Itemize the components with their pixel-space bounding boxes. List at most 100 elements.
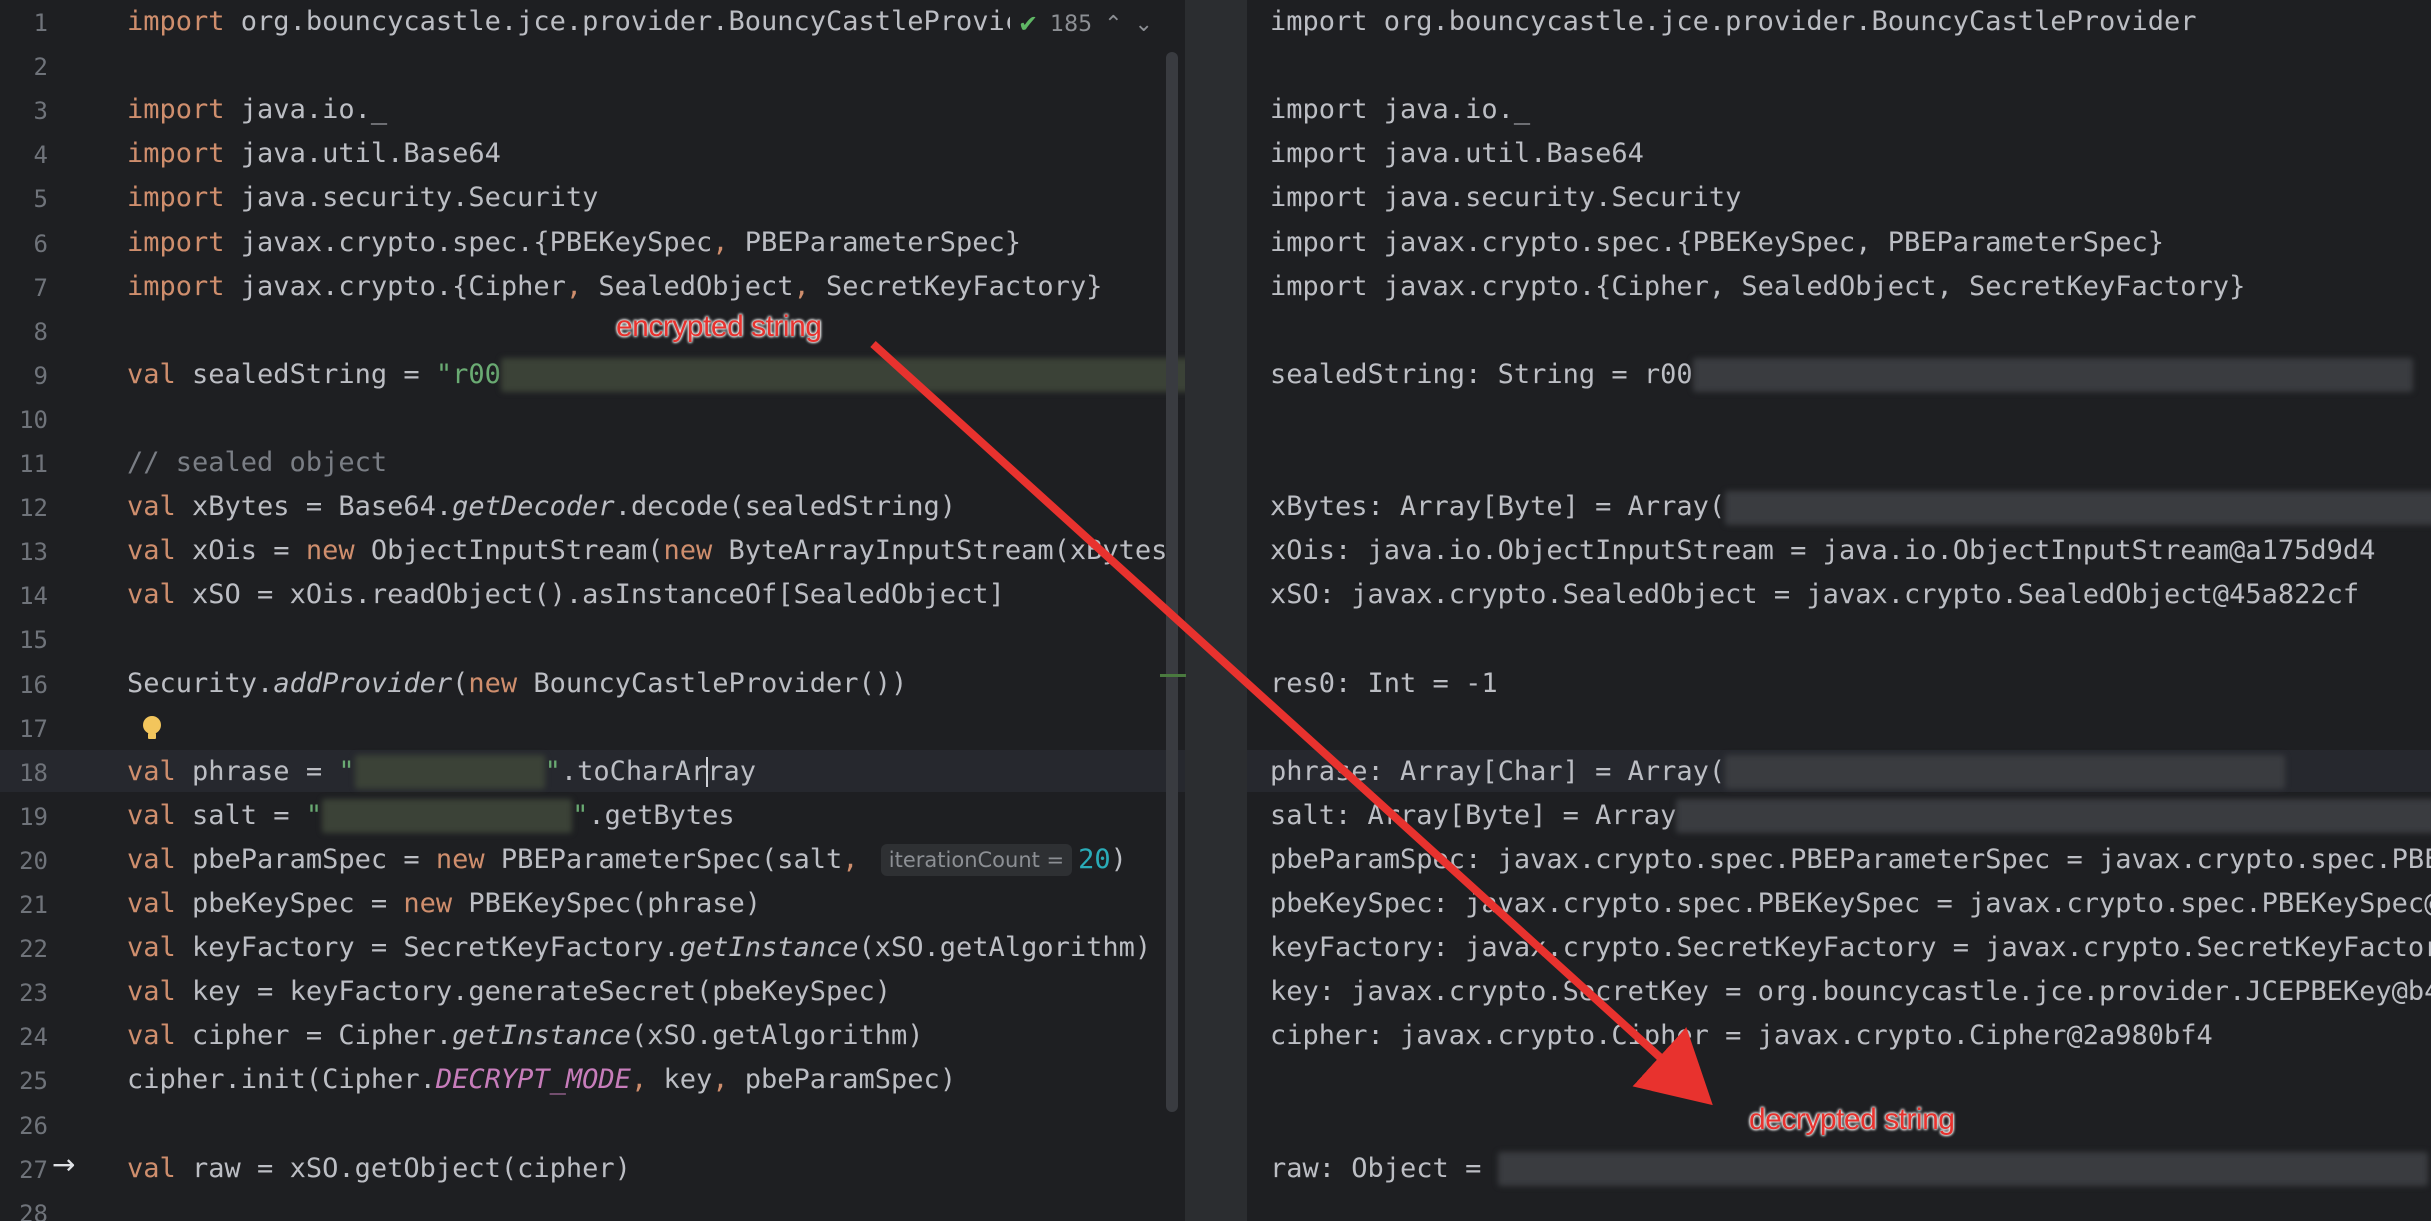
line-number: 13 bbox=[19, 538, 48, 567]
line-number: 4 bbox=[33, 141, 48, 170]
code-token: " bbox=[572, 799, 589, 831]
line-number: 19 bbox=[19, 802, 48, 831]
code-token: import bbox=[127, 138, 241, 170]
code-token: xSO: javax.crypto.SealedObject = javax.c… bbox=[1270, 579, 2360, 611]
split-divider[interactable] bbox=[1185, 0, 1247, 1221]
lightbulb-icon[interactable] bbox=[140, 714, 164, 742]
code-token: java.io._ bbox=[240, 94, 388, 126]
code-line[interactable]: cipher.init(Cipher.DECRYPT_MODE, key, pb… bbox=[127, 1058, 956, 1102]
code-line[interactable]: val xSO = xOis.readObject().asInstanceOf… bbox=[127, 573, 1005, 617]
code-token: ) bbox=[1110, 843, 1127, 875]
output-line: import org.bouncycastle.jce.provider.Bou… bbox=[1270, 0, 2197, 44]
line-number: 8 bbox=[33, 317, 48, 346]
code-token: javax.crypto.spec.{PBEKeySpec bbox=[240, 226, 713, 258]
code-line[interactable]: val salt = " ".getBytes bbox=[127, 794, 735, 838]
code-token: PBEParameterSpec(salt bbox=[500, 843, 843, 875]
code-line[interactable]: val keyFactory = SecretKeyFactory.getIns… bbox=[127, 926, 1151, 970]
code-token: , bbox=[842, 843, 875, 875]
output-line: import java.io._ bbox=[1270, 88, 1530, 132]
code-token: (xSO.getAlgorithm) bbox=[630, 1020, 924, 1052]
code-line[interactable]: val pbeParamSpec = new PBEParameterSpec(… bbox=[127, 838, 1127, 882]
output-line: res0: Int = -1 bbox=[1270, 662, 1498, 706]
code-editor[interactable]: 1 2 3 4 5 6 7 8 9 10 11 12 13 14 15 16 17 18 19 20 21 22 23 24 2… bbox=[0, 0, 1185, 1221]
code-token: phrase = bbox=[192, 755, 339, 787]
code-token: salt: Array[Byte] = Array bbox=[1270, 799, 1677, 831]
code-token: val bbox=[127, 932, 193, 964]
line-number: 5 bbox=[33, 185, 48, 214]
code-token: keyFactory: javax.crypto.SecretKeyFactor… bbox=[1270, 932, 2431, 964]
line-number: 17 bbox=[19, 714, 48, 743]
line-number: 3 bbox=[33, 97, 48, 126]
line-number: 9 bbox=[33, 361, 48, 390]
code-token: salt = bbox=[192, 799, 306, 831]
redacted-value bbox=[322, 799, 573, 834]
code-line[interactable]: val xBytes = Base64.getDecoder.decode(se… bbox=[127, 485, 956, 529]
code-token: BouncyCastleProvider()) bbox=[533, 667, 908, 699]
output-line: cipher: javax.crypto.Cipher = javax.cryp… bbox=[1270, 1014, 2213, 1058]
output-line: sealedString: String = r00 bbox=[1270, 353, 2413, 397]
code-line[interactable]: import javax.crypto.{Cipher, SealedObjec… bbox=[127, 265, 1102, 309]
code-line[interactable]: val sealedString = "r00 bbox=[127, 353, 1185, 397]
line-number: 7 bbox=[33, 273, 48, 302]
code-token: val bbox=[127, 1152, 193, 1184]
code-token: val bbox=[127, 358, 193, 390]
output-line: xSO: javax.crypto.SealedObject = javax.c… bbox=[1270, 573, 2359, 617]
code-token: org.bouncycastle.jce.provider.BouncyCast… bbox=[240, 6, 1022, 37]
code-token: .toCharAr bbox=[560, 755, 708, 787]
output-line: xBytes: Array[Byte] = Array( bbox=[1270, 485, 2431, 529]
code-token: new bbox=[435, 843, 501, 875]
code-token: import bbox=[127, 182, 241, 214]
output-line: import javax.crypto.spec.{PBEKeySpec, PB… bbox=[1270, 221, 2164, 265]
code-line[interactable]: // sealed object bbox=[127, 441, 387, 485]
code-line[interactable]: val xOis = new ObjectInputStream(new Byt… bbox=[127, 529, 1185, 573]
output-line: raw: Object = bbox=[1270, 1147, 2428, 1191]
code-line[interactable]: val pbeKeySpec = new PBEKeySpec(phrase) bbox=[127, 882, 761, 926]
redacted-value bbox=[1692, 358, 2413, 393]
editor-scrollbar[interactable] bbox=[1166, 52, 1178, 1112]
code-token: , bbox=[793, 270, 827, 302]
code-token: " bbox=[544, 755, 561, 787]
chevron-up-icon[interactable]: ⌃ bbox=[1104, 12, 1122, 37]
code-line[interactable]: import org.bouncycastle.jce.provider.Bou… bbox=[127, 0, 1021, 44]
code-token: key: javax.crypto.SecretKey = org.bouncy… bbox=[1270, 976, 2431, 1008]
code-token: pbeKeySpec: javax.crypto.spec.PBEKeySpec… bbox=[1270, 888, 2431, 919]
encrypted-string-label: encrypted string bbox=[616, 310, 822, 343]
redacted-value bbox=[1725, 755, 2286, 790]
line-number: 28 bbox=[19, 1199, 48, 1221]
code-token: (xSO.getAlgorithm) bbox=[858, 932, 1152, 964]
code-line[interactable]: val raw = xSO.getObject(cipher) bbox=[127, 1147, 631, 1191]
change-marker bbox=[1160, 674, 1186, 677]
output-line: import java.util.Base64 bbox=[1270, 132, 1644, 176]
code-line[interactable]: Security.addProvider(new BouncyCastlePro… bbox=[127, 662, 907, 706]
line-number: 2 bbox=[33, 53, 48, 82]
code-token: import java.util.Base64 bbox=[1270, 138, 1644, 170]
problems-count: 185 bbox=[1050, 11, 1093, 37]
code-token: pbeParamSpec: javax.crypto.spec.PBEParam… bbox=[1270, 843, 2431, 875]
code-token: javax.crypto.{Cipher bbox=[240, 270, 566, 302]
code-line[interactable]: val key = keyFactory.generateSecret(pbeK… bbox=[127, 970, 891, 1014]
code-token: cipher = Cipher. bbox=[192, 1020, 453, 1052]
output-line: import java.security.Security bbox=[1270, 176, 1741, 220]
code-line[interactable]: import java.util.Base64 bbox=[127, 132, 501, 176]
code-line[interactable]: import java.io._ bbox=[127, 88, 387, 132]
code-token: PBEKeySpec(phrase) bbox=[468, 888, 761, 919]
code-line[interactable]: val cipher = Cipher.getInstance(xSO.getA… bbox=[127, 1014, 924, 1058]
code-line[interactable]: import javax.crypto.spec.{PBEKeySpec, PB… bbox=[127, 221, 1021, 265]
code-token: 20 bbox=[1078, 843, 1111, 875]
code-line[interactable]: import java.security.Security bbox=[127, 176, 598, 220]
decrypted-string-label: decrypted string bbox=[1749, 1103, 1955, 1136]
code-token: " bbox=[305, 799, 323, 831]
check-icon: ✔ bbox=[1018, 10, 1039, 38]
line-number: 26 bbox=[19, 1111, 48, 1140]
code-token: getInstance bbox=[679, 932, 859, 964]
code-token: ByteArrayInputStream(xBytes)) bbox=[728, 535, 1186, 567]
code-token: import bbox=[127, 6, 241, 37]
inspection-widget[interactable]: ✔ 185 ⌃ ⌄ bbox=[1010, 6, 1161, 42]
code-line[interactable]: val phrase = " ".toCharArray bbox=[127, 750, 756, 794]
output-line: key: javax.crypto.SecretKey = org.bouncy… bbox=[1270, 970, 2431, 1014]
output-line: keyFactory: javax.crypto.SecretKeyFactor… bbox=[1270, 926, 2431, 970]
line-number: 25 bbox=[19, 1067, 48, 1096]
chevron-down-icon[interactable]: ⌄ bbox=[1135, 12, 1153, 37]
code-token: // sealed object bbox=[127, 447, 388, 478]
code-token: import javax.crypto.{Cipher, SealedObjec… bbox=[1270, 270, 2246, 302]
